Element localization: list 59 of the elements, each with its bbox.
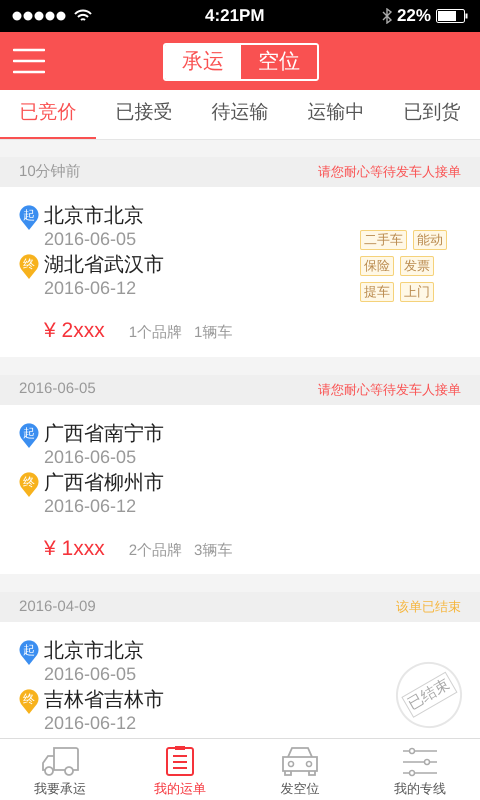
nav-tab[interactable]: 我要承运 [0, 739, 120, 800]
vehicle-count: 1辆车 [194, 323, 232, 343]
nav-tab[interactable]: 发空位 [240, 739, 360, 800]
stamp-text: 已结束 [400, 672, 458, 718]
tab[interactable]: 已到货 [384, 90, 480, 139]
bluetooth-icon [382, 8, 392, 24]
service-tag: 保险 [360, 256, 394, 276]
city-name: 北京市北京 [44, 204, 144, 228]
order-card[interactable]: 起 北京市北京 2016-06-05 终 吉林省吉林市 2016-06-12 已结束 [0, 622, 480, 738]
wifi-icon [74, 9, 92, 23]
origin-pin-icon: 起 [19, 640, 39, 666]
destination-pin-icon: 终 [19, 472, 39, 498]
tab[interactable]: 已接受 [96, 90, 192, 139]
city-name: 吉林省吉林市 [44, 688, 164, 712]
service-tag: 能动 [413, 230, 447, 250]
brand-count: 1个品牌 [128, 323, 182, 343]
order-time: 10分钟前 [19, 162, 81, 182]
city-name: 北京市北京 [44, 639, 144, 663]
truck-icon [40, 744, 80, 776]
vehicle-count: 3辆车 [194, 540, 232, 560]
order-time: 2016-06-05 [19, 379, 96, 400]
price: ¥ 2xxx [44, 318, 105, 344]
clipboard-icon [165, 744, 195, 776]
nav-tab[interactable]: 我的专线 [360, 739, 480, 800]
date-text: 2016-06-12 [44, 712, 138, 734]
signal-icon [12, 11, 68, 21]
city-name: 广西省南宁市 [44, 422, 164, 446]
service-tag: 二手车 [360, 230, 407, 250]
destination-pin-icon: 终 [19, 254, 39, 280]
service-tag: 上门 [400, 282, 434, 302]
origin-pin-icon: 起 [19, 422, 39, 448]
date-text: 2016-06-12 [44, 494, 138, 516]
city-name: 湖北省武汉市 [44, 253, 164, 277]
service-tag: 提车 [360, 282, 394, 302]
order-status: 请您耐心等待发车人接单 [318, 380, 461, 399]
order-card[interactable]: 起 北京市北京 2016-06-05 终 湖北省武汉市 2016-06-12 ¥ 2xxx 1个品牌 1辆车 二手车 能动 保险 发票 提车 上门 [0, 187, 480, 356]
battery-percent: 22% [396, 5, 431, 28]
date-text: 2016-06-05 [44, 446, 138, 468]
menu-icon[interactable] [13, 48, 45, 74]
clock: 4:21PM [205, 5, 265, 28]
brand-count: 2个品牌 [128, 540, 182, 560]
order-card[interactable]: 起 广西省南宁市 2016-06-05 终 广西省柳州市 2016-06-12 ¥ 1xxx 2个品牌 3辆车 [0, 404, 480, 574]
origin-pin-icon: 起 [19, 205, 39, 231]
battery-icon [436, 9, 468, 23]
nav-tab[interactable]: 我的运单 [120, 739, 240, 800]
order-time: 2016-04-09 [19, 596, 96, 617]
date-text: 2016-06-05 [44, 663, 138, 685]
order-status: 该单已结束 [396, 598, 461, 616]
destination-pin-icon: 终 [19, 689, 39, 715]
date-text: 2016-06-05 [44, 228, 138, 250]
order-status: 请您耐心等待发车人接单 [318, 163, 461, 182]
city-name: 广西省柳州市 [44, 470, 164, 494]
tab[interactable]: 待运输 [192, 90, 288, 139]
date-text: 2016-06-12 [44, 277, 138, 299]
car-icon [280, 744, 320, 776]
sliders-icon [402, 746, 438, 776]
tab[interactable]: 运输中 [288, 90, 384, 139]
service-tag: 发票 [400, 256, 434, 276]
price: ¥ 1xxx [44, 536, 105, 562]
